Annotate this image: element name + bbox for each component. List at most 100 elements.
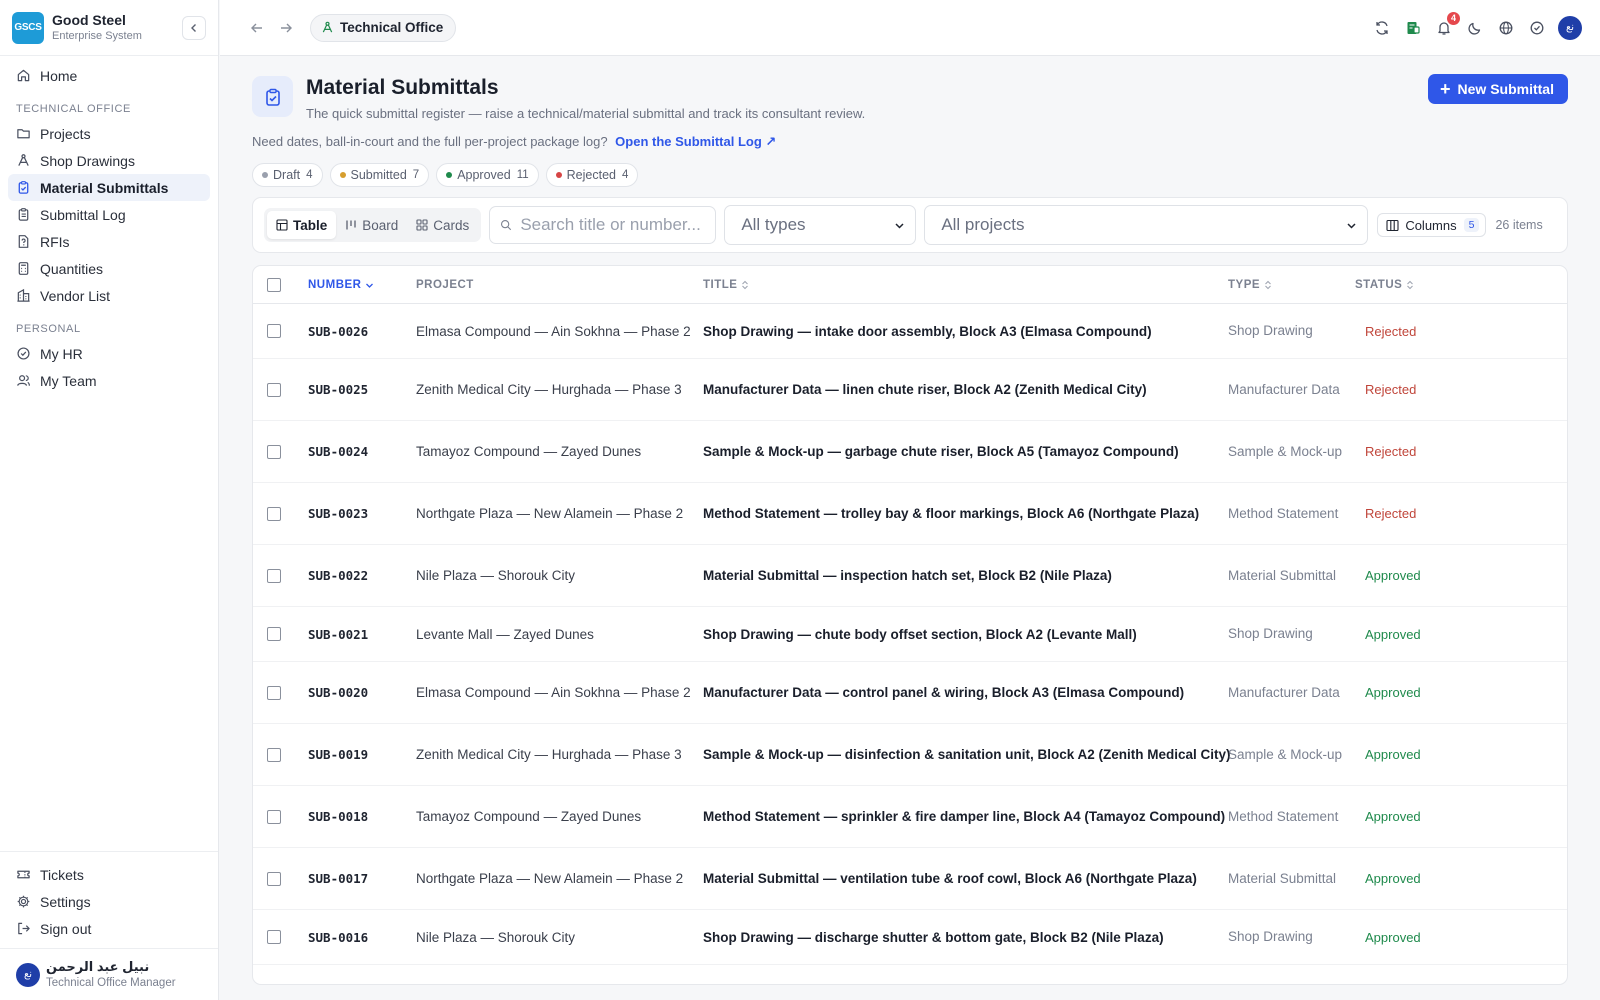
submittal-number[interactable]: SUB-0018 bbox=[308, 786, 368, 847]
project-filter-select[interactable]: All projects bbox=[924, 205, 1369, 245]
submittal-type: Material Submittal bbox=[1228, 567, 1337, 583]
submittal-title[interactable]: Material Submittal — inspection hatch se… bbox=[703, 545, 1112, 606]
table-row[interactable]: SUB-0022 Nile Plaza — Shorouk City Materia… bbox=[253, 545, 1567, 607]
submittal-title[interactable]: Shop Drawing — discharge shutter & botto… bbox=[703, 910, 1164, 964]
column-header-number[interactable]: NUMBER bbox=[308, 266, 374, 304]
submittal-title[interactable]: Manufacturer Data — support frame set, B… bbox=[703, 965, 1115, 984]
submittal-number[interactable]: SUB-0023 bbox=[308, 483, 368, 544]
submittal-title[interactable]: Material Submittal — ventilation tube & … bbox=[703, 848, 1197, 909]
status-badge: Approved bbox=[1365, 685, 1421, 700]
status-dot-icon bbox=[339, 172, 346, 178]
view-table-button[interactable]: Table bbox=[267, 211, 337, 239]
forward-button[interactable] bbox=[275, 17, 297, 39]
table-row[interactable]: SUB-0016 Nile Plaza — Shorouk City Shop Dr… bbox=[253, 910, 1567, 965]
brand-logo[interactable]: GSCS bbox=[12, 11, 44, 44]
row-checkbox[interactable] bbox=[267, 627, 281, 641]
sidebar-item-material-submittals[interactable]: Material Submittals bbox=[8, 174, 210, 201]
submittal-number[interactable]: SUB-0017 bbox=[308, 848, 368, 909]
row-checkbox[interactable] bbox=[267, 930, 281, 944]
submittal-title[interactable]: Manufacturer Data — linen chute riser, B… bbox=[703, 359, 1147, 420]
table-row[interactable]: SUB-0025 Zenith Medical City — Hurghada —… bbox=[253, 359, 1567, 421]
language-button[interactable] bbox=[1496, 18, 1516, 38]
open-submittal-log-link[interactable]: Open the Submittal Log ↗ bbox=[615, 134, 776, 149]
submittal-title[interactable]: Method Statement — sprinkler & fire damp… bbox=[703, 786, 1225, 847]
row-checkbox[interactable] bbox=[267, 324, 281, 338]
table-row[interactable]: SUB-0024 Tamayoz Compound — Zayed Dunes Sa… bbox=[253, 421, 1567, 483]
type-filter-select[interactable]: All types bbox=[724, 205, 917, 245]
submittal-type: Shop Drawing bbox=[1228, 929, 1313, 944]
row-checkbox[interactable] bbox=[267, 568, 281, 583]
status-chip-rejected[interactable]: Rejected 4 bbox=[545, 163, 639, 187]
status-button[interactable] bbox=[1527, 18, 1547, 38]
back-button[interactable] bbox=[246, 17, 268, 39]
new-submittal-button[interactable]: + New Submittal bbox=[1428, 74, 1568, 104]
column-header-status[interactable]: STATUS bbox=[1355, 266, 1414, 304]
status-chip-approved[interactable]: Approved 11 bbox=[436, 163, 539, 187]
submittal-title[interactable]: Method Statement — trolley bay & floor m… bbox=[703, 483, 1199, 544]
notifications-button[interactable]: 4 bbox=[1434, 11, 1460, 38]
submittal-number[interactable]: SUB-0021 bbox=[308, 607, 368, 661]
topbar-avatar[interactable]: نع bbox=[1558, 15, 1582, 40]
table-row[interactable]: SUB-0015 Levante Mall — Zayed Dunes Manufa… bbox=[253, 965, 1567, 984]
sidebar-item-rfis[interactable]: RFIs bbox=[8, 228, 210, 255]
row-checkbox[interactable] bbox=[267, 685, 281, 700]
submittal-number[interactable]: SUB-0024 bbox=[308, 421, 368, 482]
sidebar-item-submittal-log[interactable]: Submittal Log bbox=[8, 201, 210, 228]
submittal-number[interactable]: SUB-0015 bbox=[308, 965, 368, 984]
sidebar-item-shop-drawings[interactable]: Shop Drawings bbox=[8, 147, 210, 174]
submittal-number[interactable]: SUB-0019 bbox=[308, 724, 368, 785]
sidebar-item-my-hr[interactable]: My HR bbox=[8, 340, 210, 367]
status-dot-icon bbox=[262, 172, 268, 178]
row-checkbox[interactable] bbox=[267, 871, 281, 886]
submittal-number[interactable]: SUB-0022 bbox=[308, 545, 368, 606]
submittal-title[interactable]: Shop Drawing — chute body offset section… bbox=[703, 607, 1137, 661]
sidebar-item-sign-out[interactable]: Sign out bbox=[8, 915, 210, 942]
chip-label: Submitted bbox=[350, 168, 407, 182]
view-cards-button[interactable]: Cards bbox=[407, 211, 478, 239]
row-checkbox[interactable] bbox=[267, 809, 281, 824]
status-chip-draft[interactable]: Draft 4 bbox=[252, 163, 323, 187]
columns-button[interactable]: Columns 5 bbox=[1377, 213, 1487, 237]
view-board-button[interactable]: Board bbox=[336, 211, 407, 239]
refresh-button[interactable] bbox=[1372, 18, 1392, 38]
row-checkbox[interactable] bbox=[267, 382, 281, 397]
table-row[interactable]: SUB-0017 Northgate Plaza — New Alamein — … bbox=[253, 848, 1567, 910]
column-header-title[interactable]: TITLE bbox=[703, 266, 749, 304]
submittal-title[interactable]: Shop Drawing — intake door assembly, Blo… bbox=[703, 304, 1152, 358]
submittal-title[interactable]: Sample & Mock-up — garbage chute riser, … bbox=[703, 421, 1179, 482]
sidebar-item-settings[interactable]: Settings bbox=[8, 888, 210, 915]
row-checkbox[interactable] bbox=[267, 747, 281, 762]
submittal-number[interactable]: SUB-0025 bbox=[308, 359, 368, 420]
drafting-compass-icon bbox=[322, 21, 333, 33]
table-row[interactable]: SUB-0018 Tamayoz Compound — Zayed Dunes Me… bbox=[253, 786, 1567, 848]
breadcrumb[interactable]: Technical Office bbox=[310, 13, 457, 42]
chevron-left-icon bbox=[191, 23, 196, 32]
sidebar-item-vendor-list[interactable]: Vendor List bbox=[8, 282, 210, 309]
sidebar-item-quantities[interactable]: Quantities bbox=[8, 255, 210, 282]
collapse-sidebar-button[interactable] bbox=[182, 15, 206, 40]
submittal-title[interactable]: Sample & Mock-up — disinfection & sanita… bbox=[703, 724, 1231, 785]
status-chip-submitted[interactable]: Submitted 7 bbox=[329, 163, 430, 187]
spreadsheet-button[interactable] bbox=[1403, 18, 1423, 38]
table-row[interactable]: SUB-0021 Levante Mall — Zayed Dunes Shop D… bbox=[253, 607, 1567, 662]
search-input[interactable] bbox=[520, 215, 706, 235]
select-all-checkbox[interactable] bbox=[267, 278, 281, 292]
user-profile[interactable]: نع نبيل عبد الرحمن Technical Office Mana… bbox=[0, 948, 218, 1000]
table-row[interactable]: SUB-0026 Elmasa Compound — Ain Sokhna — P… bbox=[253, 304, 1567, 359]
topbar-actions: 4 نع bbox=[1372, 11, 1582, 40]
row-checkbox[interactable] bbox=[267, 444, 281, 459]
submittal-number[interactable]: SUB-0016 bbox=[308, 910, 368, 964]
table-row[interactable]: SUB-0019 Zenith Medical City — Hurghada —… bbox=[253, 724, 1567, 786]
sidebar-item-home[interactable]: Home bbox=[8, 62, 210, 89]
row-checkbox[interactable] bbox=[267, 506, 281, 521]
submittal-title[interactable]: Manufacturer Data — control panel & wiri… bbox=[703, 662, 1184, 723]
sidebar-item-projects[interactable]: Projects bbox=[8, 120, 210, 147]
table-row[interactable]: SUB-0020 Elmasa Compound — Ain Sokhna — P… bbox=[253, 662, 1567, 724]
submittal-number[interactable]: SUB-0020 bbox=[308, 662, 368, 723]
theme-toggle-button[interactable] bbox=[1465, 18, 1485, 38]
column-header-type[interactable]: TYPE bbox=[1228, 266, 1272, 304]
sidebar-item-tickets[interactable]: Tickets bbox=[8, 861, 210, 888]
submittal-number[interactable]: SUB-0026 bbox=[308, 304, 368, 358]
sidebar-item-my-team[interactable]: My Team bbox=[8, 367, 210, 394]
table-row[interactable]: SUB-0023 Northgate Plaza — New Alamein — … bbox=[253, 483, 1567, 545]
